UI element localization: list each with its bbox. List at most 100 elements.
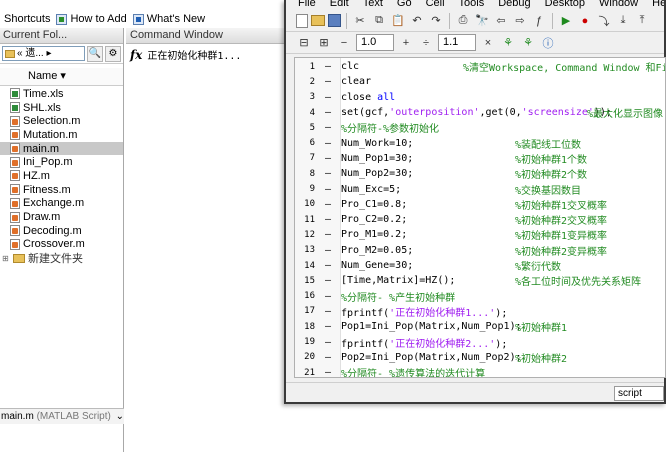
breakpoint-marker[interactable]: –	[315, 61, 341, 72]
breakpoint-marker[interactable]: –	[315, 107, 341, 118]
file-row[interactable]: Time.xls	[0, 87, 123, 101]
cell-mode-icon[interactable]: ⊟	[296, 35, 312, 51]
cell-split-icon[interactable]: ⊞	[316, 35, 332, 51]
file-row[interactable]: HZ.m	[0, 169, 123, 183]
breakpoint-marker[interactable]: –	[315, 199, 341, 210]
breakpoint-marker[interactable]: –	[315, 168, 341, 179]
whats-new-link[interactable]: What's New	[132, 13, 205, 25]
chevron-down-icon[interactable]: ⌄	[116, 409, 124, 424]
step-out-icon[interactable]: ⤒	[634, 13, 650, 29]
step-icon[interactable]: ⤵	[596, 13, 612, 29]
cell-eval-advance-icon[interactable]: ⚘	[520, 35, 536, 51]
code-line[interactable]: 2– clear	[295, 74, 665, 89]
how-to-add-link[interactable]: How to Add	[56, 13, 127, 25]
code-line[interactable]: 3– close all	[295, 90, 665, 105]
file-row[interactable]: main.m	[0, 141, 123, 156]
help-icon[interactable]: ⓘ	[540, 35, 556, 51]
increment-icon[interactable]: +	[398, 35, 414, 51]
redo-icon[interactable]: ↷	[428, 13, 444, 29]
forward-icon[interactable]: ⇨	[512, 13, 528, 29]
cell-value-1-input[interactable]: 1.0	[356, 34, 394, 51]
menu-item[interactable]: Go	[397, 0, 412, 10]
breakpoint-marker[interactable]: –	[315, 337, 341, 348]
breakpoint-marker[interactable]: –	[315, 306, 341, 317]
breakpoint-marker[interactable]: –	[315, 352, 341, 363]
function-icon[interactable]: ƒ	[531, 13, 547, 29]
search-folder-button[interactable]: 🔍	[87, 45, 103, 62]
breakpoint-marker[interactable]: –	[315, 260, 341, 271]
file-row[interactable]: Draw.m	[0, 210, 123, 224]
code-line[interactable]: 5– %分隔符-%参数初始化	[295, 120, 665, 135]
menu-item[interactable]: Window	[599, 0, 638, 10]
shortcuts-link[interactable]: Shortcuts	[4, 13, 50, 25]
breakpoint-marker[interactable]: –	[315, 275, 341, 286]
decrement-icon[interactable]: −	[336, 35, 352, 51]
menu-item[interactable]: Tools	[459, 0, 485, 10]
breakpoint-marker[interactable]: –	[315, 122, 341, 133]
code-line[interactable]: 9– Num_Exc=5; %交换基因数目	[295, 181, 665, 197]
file-row[interactable]: Selection.m	[0, 114, 123, 128]
print-icon[interactable]: ⎙	[455, 13, 471, 29]
code-line[interactable]: 4– set(gcf,'outerposition',get(0,'screens…	[295, 105, 665, 120]
code-line[interactable]: 21– %分隔符- %遗传算法的迭代计算	[295, 365, 665, 377]
code-line[interactable]: 6– Num_Work=10; %装配线工位数	[295, 136, 665, 151]
expand-icon[interactable]: ⊞	[2, 254, 10, 263]
file-row[interactable]: Decoding.m	[0, 224, 123, 238]
breakpoint-icon[interactable]: ●	[577, 13, 593, 29]
breakpoint-marker[interactable]: –	[315, 76, 341, 87]
code-line[interactable]: 17– fprintf('正在初始化种群1...');	[295, 304, 665, 319]
menu-item[interactable]: Edit	[330, 0, 349, 10]
code-line[interactable]: 15– [Time,Matrix]=HZ(); %各工位时间及优先关系矩阵	[295, 273, 665, 288]
breakpoint-marker[interactable]: –	[315, 229, 341, 240]
find-icon[interactable]: 🔭	[474, 13, 490, 29]
breakpoint-marker[interactable]: –	[315, 92, 341, 103]
file-row[interactable]: Ini_Pop.m	[0, 155, 123, 169]
menu-item[interactable]: Text	[363, 0, 383, 10]
folder-details-bar[interactable]: main.m (MATLAB Script) ⌄	[0, 408, 124, 424]
cell-eval-icon[interactable]: ⚘	[500, 35, 516, 51]
code-line[interactable]: 1–clc %清空Workspace, Command Window 和Figur…	[295, 59, 665, 74]
code-line[interactable]: 16– %分隔符- %产生初始种群	[295, 289, 665, 304]
code-line[interactable]: 20– Pop2=Ini_Pop(Matrix,Num_Pop2); %初始种群2	[295, 350, 665, 365]
command-window-panel[interactable]: Command Window fx 正在初始化种群1...	[126, 28, 286, 452]
code-line[interactable]: 7– Num_Pop1=30; %初始种群1个数	[295, 151, 665, 166]
breakpoint-marker[interactable]: –	[315, 214, 341, 225]
menu-item[interactable]: File	[298, 0, 316, 10]
code-line[interactable]: 13– Pro_M2=0.05; %初始种群2变异概率	[295, 243, 665, 258]
breakpoint-marker[interactable]: –	[315, 184, 341, 195]
name-column-header[interactable]: Name ▾	[0, 68, 123, 86]
file-row[interactable]: Mutation.m	[0, 128, 123, 142]
divide-icon[interactable]: ÷	[418, 35, 434, 51]
folder-actions-button[interactable]: ⚙	[105, 45, 121, 62]
step-in-icon[interactable]: ⤓	[615, 13, 631, 29]
save-icon[interactable]	[328, 14, 341, 27]
menu-item[interactable]: Desktop	[545, 0, 585, 10]
new-folder-row[interactable]: ⊞ 新建文件夹	[0, 251, 123, 265]
menu-item[interactable]: Cell	[426, 0, 445, 10]
code-line[interactable]: 18– Pop1=Ini_Pop(Matrix,Num_Pop1); %初始种群1	[295, 319, 665, 334]
breakpoint-marker[interactable]: –	[315, 153, 341, 164]
breakpoint-marker[interactable]: –	[315, 367, 341, 377]
new-file-icon[interactable]	[296, 13, 308, 28]
code-line[interactable]: 14– Num_Gene=30; %繁衍代数	[295, 258, 665, 273]
code-line[interactable]: 11– Pro_C2=0.2; %初始种群2交叉概率	[295, 212, 665, 227]
breakpoint-marker[interactable]: –	[315, 138, 341, 149]
folder-path-dropdown[interactable]: « 遗... ▸	[2, 46, 85, 61]
cell-value-2-input[interactable]: 1.1	[438, 34, 476, 51]
back-icon[interactable]: ⇦	[493, 13, 509, 29]
multiply-icon[interactable]: ×	[480, 35, 496, 51]
menu-item[interactable]: Help	[652, 0, 664, 10]
breakpoint-marker[interactable]: –	[315, 321, 341, 332]
undo-icon[interactable]: ↶	[409, 13, 425, 29]
file-row[interactable]: Fitness.m	[0, 183, 123, 197]
breakpoint-marker[interactable]: –	[315, 291, 341, 302]
file-row[interactable]: Exchange.m	[0, 197, 123, 211]
code-line[interactable]: 10– Pro_C1=0.8; %初始种群1交叉概率	[295, 197, 665, 212]
code-line[interactable]: 12– Pro_M1=0.2; %初始种群1变异概率	[295, 227, 665, 242]
code-editor[interactable]: 1–clc%清空Workspace, Command Window 和Figur…	[294, 57, 666, 378]
function-browser-icon[interactable]: fx	[130, 48, 142, 62]
run-icon[interactable]: ▶	[558, 13, 574, 29]
menu-item[interactable]: Debug	[498, 0, 530, 10]
code-line[interactable]: 19– fprintf('正在初始化种群2...');	[295, 334, 665, 350]
code-line[interactable]: 8– Num_Pop2=30; %初始种群2个数	[295, 166, 665, 181]
